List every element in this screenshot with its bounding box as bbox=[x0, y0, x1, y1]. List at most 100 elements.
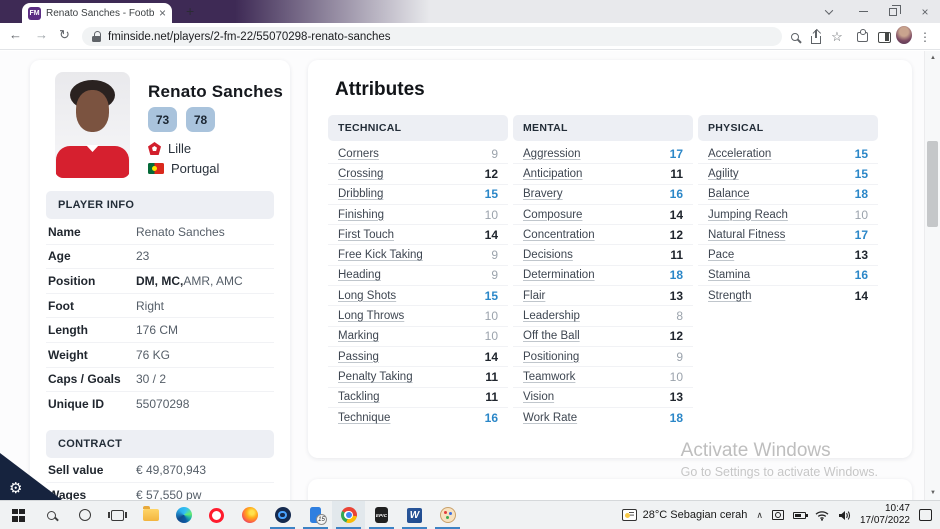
attribute-link[interactable]: Finishing bbox=[338, 209, 384, 221]
attribute-link[interactable]: Work Rate bbox=[523, 412, 577, 424]
new-tab-button[interactable]: + bbox=[186, 3, 194, 19]
attribute-link[interactable]: Balance bbox=[708, 188, 750, 200]
close-button[interactable]: × bbox=[910, 0, 940, 23]
profile-avatar[interactable] bbox=[896, 28, 912, 42]
refresh-button[interactable]: ↻ bbox=[59, 27, 70, 43]
tab-close-icon[interactable]: × bbox=[159, 7, 166, 19]
scroll-down-arrow[interactable]: ▼ bbox=[925, 486, 940, 500]
attribute-link[interactable]: Stamina bbox=[708, 269, 750, 281]
opera-button[interactable] bbox=[200, 501, 233, 529]
lock-icon[interactable] bbox=[92, 31, 101, 42]
tray-chevron-up-icon[interactable]: ∧ bbox=[756, 510, 763, 521]
attributes-heading: Attributes bbox=[335, 79, 425, 101]
attribute-link[interactable]: Pace bbox=[708, 249, 734, 261]
browser-tab[interactable]: FM Renato Sanches - Football Manag × bbox=[22, 3, 172, 23]
your-phone-button[interactable]: 15 bbox=[299, 501, 332, 529]
attribute-link[interactable]: Long Throws bbox=[338, 310, 404, 322]
attribute-value: 9 bbox=[491, 248, 498, 262]
edge-button[interactable] bbox=[167, 501, 200, 529]
battery-icon[interactable] bbox=[793, 512, 806, 519]
file-explorer-button[interactable] bbox=[134, 501, 167, 529]
restore-button[interactable] bbox=[878, 0, 908, 23]
paint-button[interactable] bbox=[431, 501, 464, 529]
club-row[interactable]: Lille bbox=[148, 141, 191, 156]
media-app-button[interactable] bbox=[266, 501, 299, 529]
zoom-icon[interactable] bbox=[787, 30, 803, 44]
attribute-link[interactable]: Natural Fitness bbox=[708, 229, 785, 241]
technical-column: TECHNICAL Corners9 Crossing12 Dribbling1… bbox=[328, 115, 508, 428]
attribute-link[interactable]: Bravery bbox=[523, 188, 563, 200]
word-button[interactable]: W bbox=[398, 501, 431, 529]
scrollbar-thumb[interactable] bbox=[927, 141, 938, 227]
attribute-link[interactable]: Acceleration bbox=[708, 148, 771, 160]
attribute-link[interactable]: Dribbling bbox=[338, 188, 383, 200]
attribute-link[interactable]: First Touch bbox=[338, 229, 394, 241]
task-view-button[interactable] bbox=[101, 501, 134, 529]
puzzle-glyph bbox=[857, 32, 868, 42]
action-center-icon[interactable] bbox=[919, 509, 932, 521]
browser-menu-icon[interactable]: ⋮ bbox=[917, 30, 933, 44]
forward-button[interactable]: → bbox=[35, 27, 48, 42]
attribute-link[interactable]: Concentration bbox=[523, 229, 595, 241]
minimize-icon bbox=[859, 11, 868, 12]
tray-display-icon[interactable] bbox=[772, 510, 784, 520]
address-bar[interactable]: fminside.net/players/2-fm-22/55070298-re… bbox=[82, 27, 782, 46]
info-label: Position bbox=[48, 274, 136, 288]
chrome-button[interactable] bbox=[332, 501, 365, 529]
attribute-link[interactable]: Leadership bbox=[523, 310, 580, 322]
attr-row: Leadership8 bbox=[513, 306, 693, 326]
attribute-link[interactable]: Determination bbox=[523, 269, 595, 281]
side-panel-icon[interactable] bbox=[876, 30, 892, 44]
attribute-value: 9 bbox=[491, 268, 498, 282]
attribute-link[interactable]: Free Kick Taking bbox=[338, 249, 423, 261]
taskbar-clock[interactable]: 10:47 17/07/2022 bbox=[860, 503, 910, 528]
attribute-link[interactable]: Long Shots bbox=[338, 290, 396, 302]
attribute-link[interactable]: Vision bbox=[523, 391, 554, 403]
extensions-icon[interactable] bbox=[854, 30, 870, 44]
start-button[interactable] bbox=[2, 501, 35, 529]
epic-games-button[interactable]: EPIC bbox=[365, 501, 398, 529]
side-panel-glyph bbox=[878, 32, 891, 43]
attribute-link[interactable]: Off the Ball bbox=[523, 330, 580, 342]
info-value: 176 CM bbox=[136, 323, 178, 337]
attribute-link[interactable]: Penalty Taking bbox=[338, 371, 413, 383]
attribute-link[interactable]: Composure bbox=[523, 209, 582, 221]
attribute-link[interactable]: Positioning bbox=[523, 351, 579, 363]
news-and-interests[interactable]: 28°C Sebagian cerah bbox=[622, 509, 748, 521]
nation-row[interactable]: Portugal bbox=[148, 161, 219, 176]
share-icon[interactable] bbox=[808, 30, 824, 44]
attribute-link[interactable]: Teamwork bbox=[523, 371, 575, 383]
attribute-link[interactable]: Anticipation bbox=[523, 168, 582, 180]
wifi-icon[interactable] bbox=[815, 510, 829, 521]
attribute-link[interactable]: Agility bbox=[708, 168, 739, 180]
firefox-button[interactable] bbox=[233, 501, 266, 529]
attribute-link[interactable]: Technique bbox=[338, 412, 390, 424]
attribute-link[interactable]: Jumping Reach bbox=[708, 209, 788, 221]
back-button[interactable]: ← bbox=[9, 27, 22, 42]
bookmark-star-icon[interactable]: ☆ bbox=[829, 30, 845, 44]
gear-icon[interactable]: ⚙ bbox=[9, 479, 22, 497]
attribute-link[interactable]: Aggression bbox=[523, 148, 581, 160]
taskbar-search-button[interactable] bbox=[35, 501, 68, 529]
cortana-button[interactable] bbox=[68, 501, 101, 529]
attribute-link[interactable]: Strength bbox=[708, 290, 751, 302]
attribute-link[interactable]: Marking bbox=[338, 330, 379, 342]
page-scrollbar[interactable]: ▲ ▼ bbox=[924, 51, 940, 500]
attribute-link[interactable]: Heading bbox=[338, 269, 381, 281]
attr-row: Flair13 bbox=[513, 286, 693, 306]
attribute-link[interactable]: Corners bbox=[338, 148, 379, 160]
attribute-link[interactable]: Tackling bbox=[338, 391, 380, 403]
attribute-link[interactable]: Decisions bbox=[523, 249, 573, 261]
attribute-link[interactable]: Passing bbox=[338, 351, 379, 363]
url-text: fminside.net/players/2-fm-22/55070298-re… bbox=[108, 31, 391, 43]
scroll-up-arrow[interactable]: ▲ bbox=[925, 51, 940, 65]
attr-row: Composure14 bbox=[513, 205, 693, 225]
minimize-button[interactable] bbox=[848, 0, 878, 23]
attribute-link[interactable]: Crossing bbox=[338, 168, 383, 180]
tab-search-chevron-button[interactable] bbox=[814, 0, 844, 23]
volume-icon[interactable] bbox=[838, 510, 851, 521]
attribute-link[interactable]: Flair bbox=[523, 290, 545, 302]
nation-name: Portugal bbox=[171, 161, 219, 176]
task-view-icon bbox=[111, 510, 124, 521]
info-label: Age bbox=[48, 249, 136, 263]
